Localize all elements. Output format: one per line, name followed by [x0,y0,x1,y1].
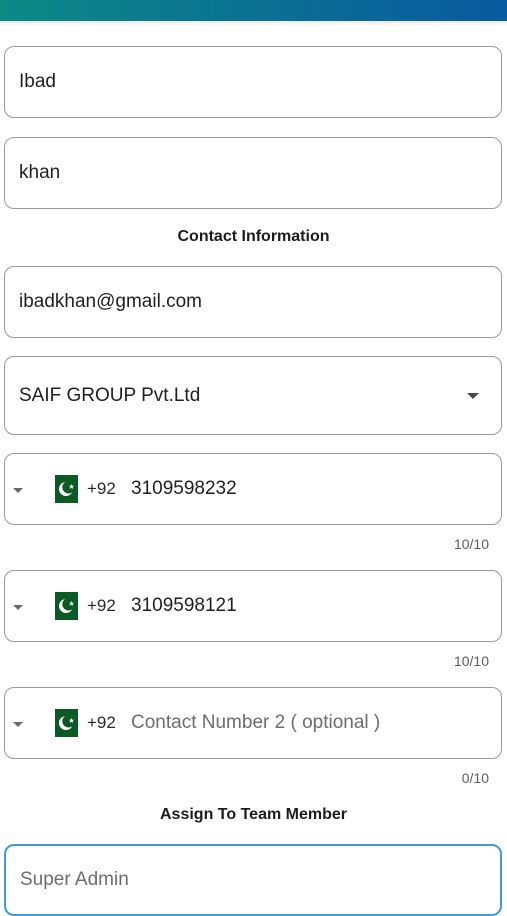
pakistan-flag-icon[interactable] [48,592,78,620]
app-header-bar [0,0,507,21]
assign-team-member-heading: Assign To Team Member [160,806,347,823]
first-name-value: Ibad [19,71,56,92]
contact-information-heading: Contact Information [177,228,330,245]
team-member-field[interactable]: Super Admin [4,844,502,916]
country-dropdown-caret-icon[interactable] [13,605,23,610]
pakistan-flag-icon[interactable] [48,709,78,737]
email-field[interactable]: ibadkhan@gmail.com [4,266,502,338]
company-select[interactable]: SAIF GROUP Pvt.Ltd [4,356,502,435]
phone-1-value: 3109598121 [131,595,237,616]
phone-primary-value: 3109598232 [131,478,237,499]
phone-2-placeholder: Contact Number 2 ( optional ) [131,712,381,733]
country-dropdown-caret-icon[interactable] [13,722,23,727]
phone-2-counter: 0/10 [461,770,489,786]
phone-2-field[interactable]: +92 Contact Number 2 ( optional ) [4,687,502,759]
chevron-down-icon [467,393,479,399]
email-value: ibadkhan@gmail.com [19,291,202,312]
team-member-placeholder: Super Admin [20,869,129,890]
pakistan-flag-icon[interactable] [48,475,78,503]
phone-primary-counter: 10/10 [453,536,489,552]
company-selected-value: SAIF GROUP Pvt.Ltd [19,384,201,406]
country-code: +92 [87,479,116,498]
phone-1-counter: 10/10 [453,653,489,669]
last-name-value: khan [19,162,61,183]
header-shadow [0,21,507,27]
phone-primary-field[interactable]: +92 3109598232 [4,453,502,525]
first-name-field[interactable]: Ibad [4,46,502,118]
country-code: +92 [87,596,116,615]
phone-1-field[interactable]: +92 3109598121 [4,570,502,642]
country-dropdown-caret-icon[interactable] [13,488,23,493]
last-name-field[interactable]: khan [4,137,502,209]
country-code: +92 [87,713,116,732]
